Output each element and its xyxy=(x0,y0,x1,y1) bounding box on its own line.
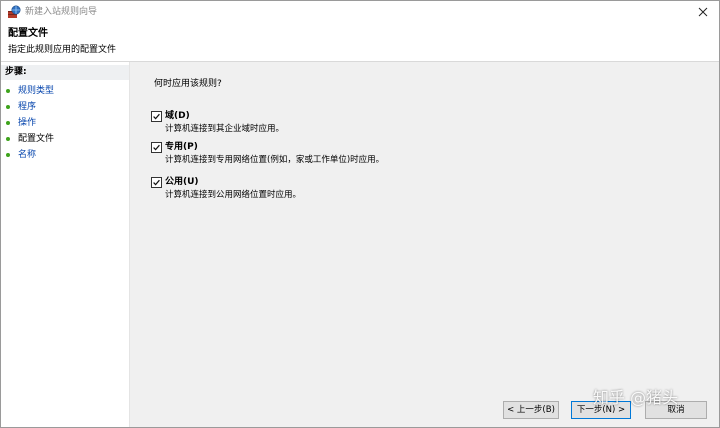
main-panel: 何时应用该规则? 域(D) 计算机连接到其企业域时应用。 专用(P) 计算机连接… xyxy=(130,62,719,427)
option-description: 计算机连接到公用网络位置时应用。 xyxy=(165,190,302,200)
option-label[interactable]: 专用(P) xyxy=(165,141,198,153)
page-subtitle: 指定此规则应用的配置文件 xyxy=(8,45,117,55)
wizard-window: 新建入站规则向导 配置文件 指定此规则应用的配置文件 步骤: 规则类型 程序 操… xyxy=(0,0,720,428)
close-button[interactable] xyxy=(693,2,713,22)
title-bar: 新建入站规则向导 xyxy=(1,1,719,23)
private-checkbox[interactable] xyxy=(151,142,162,153)
step-bullet-icon xyxy=(6,153,10,157)
step-item-program[interactable]: 程序 xyxy=(1,100,129,114)
step-label: 名称 xyxy=(18,150,37,160)
step-label: 操作 xyxy=(18,118,37,128)
option-public: 公用(U) 计算机连接到公用网络位置时应用。 xyxy=(151,177,571,205)
step-bullet-icon xyxy=(6,121,10,125)
step-item-action[interactable]: 操作 xyxy=(1,116,129,130)
watermark: 知乎 @猪头 xyxy=(593,388,679,407)
steps-heading: 步骤: xyxy=(1,65,129,80)
question-label: 何时应用该规则? xyxy=(154,79,222,89)
window-title: 新建入站规则向导 xyxy=(25,7,98,17)
step-label: 程序 xyxy=(18,102,37,112)
back-button[interactable]: < 上一步(B) xyxy=(503,401,559,419)
domain-checkbox[interactable] xyxy=(151,111,162,122)
step-label: 规则类型 xyxy=(18,86,55,96)
step-bullet-icon xyxy=(6,105,10,109)
close-icon xyxy=(698,7,708,17)
public-checkbox[interactable] xyxy=(151,177,162,188)
option-label[interactable]: 域(D) xyxy=(165,110,190,122)
option-domain: 域(D) 计算机连接到其企业域时应用。 xyxy=(151,111,571,139)
option-description: 计算机连接到其企业域时应用。 xyxy=(165,124,285,134)
steps-heading-label: 步骤: xyxy=(5,67,27,77)
option-label[interactable]: 公用(U) xyxy=(165,176,199,188)
checkmark-icon xyxy=(153,179,160,186)
page-header: 配置文件 指定此规则应用的配置文件 xyxy=(1,23,719,61)
step-item-name[interactable]: 名称 xyxy=(1,148,129,162)
checkmark-icon xyxy=(153,113,160,120)
step-bullet-icon xyxy=(6,137,10,141)
option-description: 计算机连接到专用网络位置(例如，家或工作单位)时应用。 xyxy=(165,155,385,165)
step-bullet-icon xyxy=(6,89,10,93)
page-title: 配置文件 xyxy=(8,28,48,39)
step-item-profile: 配置文件 xyxy=(1,132,129,146)
firewall-icon xyxy=(7,5,21,19)
steps-panel: 步骤: 规则类型 程序 操作 配置文件 名称 xyxy=(1,62,130,427)
option-private: 专用(P) 计算机连接到专用网络位置(例如，家或工作单位)时应用。 xyxy=(151,142,571,170)
checkmark-icon xyxy=(153,144,160,151)
step-item-rule-type[interactable]: 规则类型 xyxy=(1,84,129,98)
step-label: 配置文件 xyxy=(18,134,55,144)
